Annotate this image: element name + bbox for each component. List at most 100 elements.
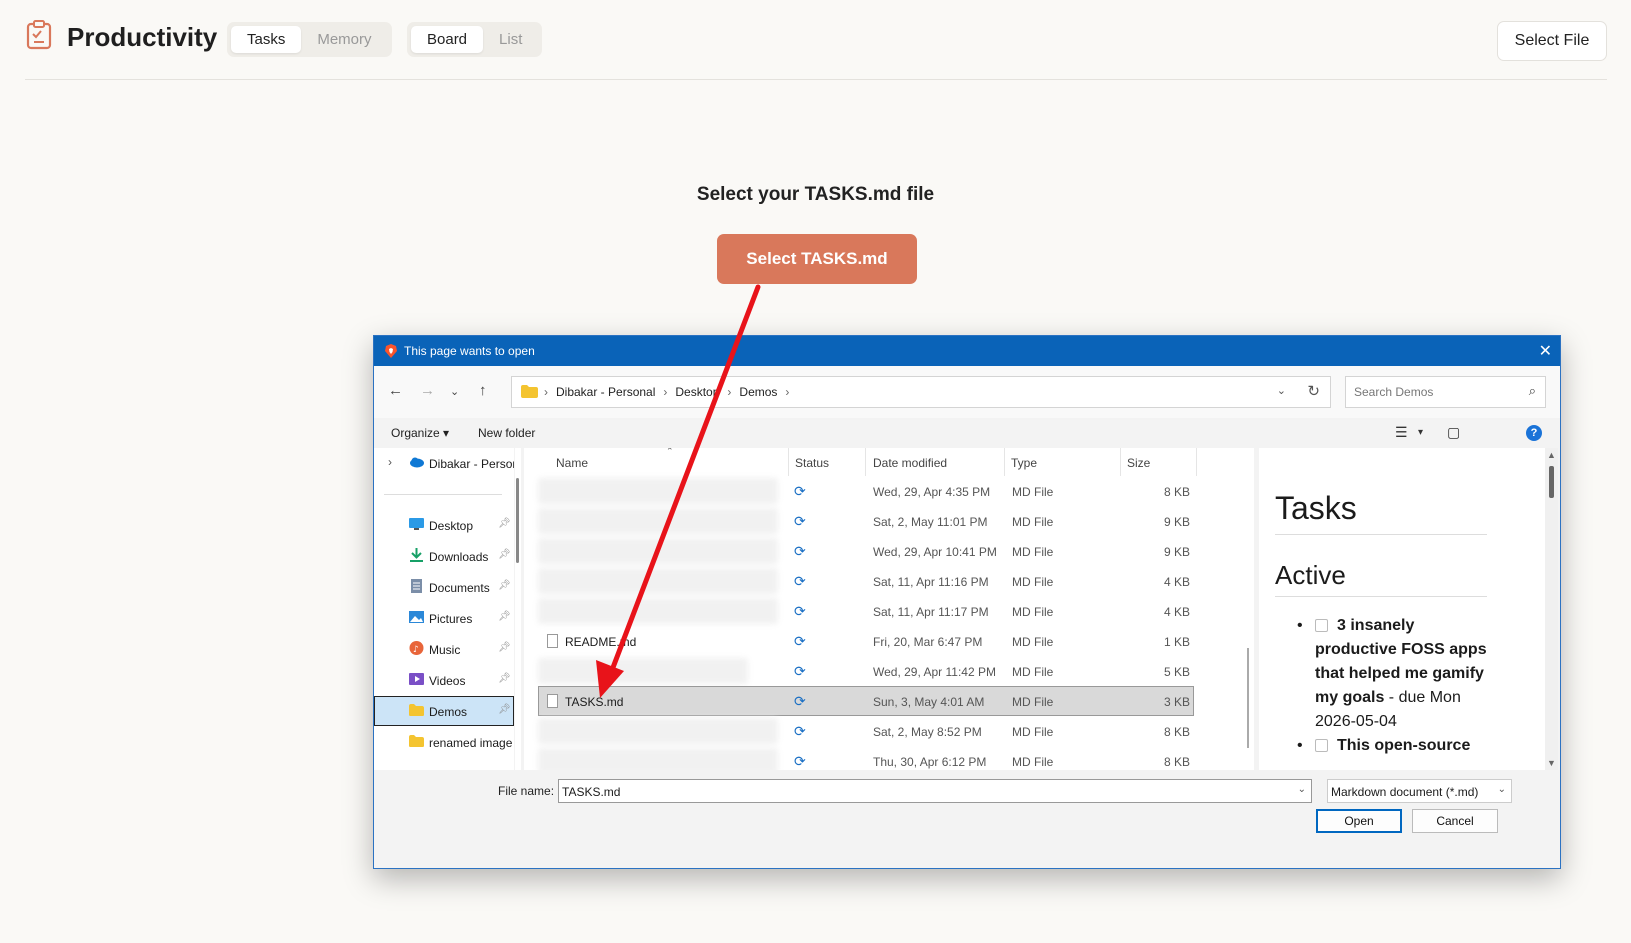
search-icon: ⌕ — [1528, 383, 1536, 398]
file-row-tasks[interactable]: TASKS.md ⟳ Sun, 3, May 4:01 AM MD File 3… — [538, 686, 1194, 716]
scroll-down-icon[interactable]: ▼ — [1547, 758, 1556, 768]
forward-arrow-icon[interactable]: → — [420, 382, 435, 399]
breadcrumb-item[interactable]: Dibakar - Personal — [556, 385, 655, 399]
breadcrumb: › Dibakar - Personal › Desktop › Demos › — [544, 385, 790, 399]
breadcrumb-item[interactable]: Demos — [739, 385, 777, 399]
videos-icon — [409, 673, 424, 685]
dialog-footer: File name: TASKS.md ⌄ Markdown document … — [374, 770, 1560, 868]
expand-chevron-icon[interactable]: › — [388, 455, 392, 469]
up-arrow-icon[interactable]: ↑ — [479, 382, 487, 399]
preview-scrollbar[interactable]: ▲ ▼ — [1545, 448, 1558, 770]
column-header-date[interactable]: Date modified — [873, 456, 947, 470]
select-file-button[interactable]: Select File — [1497, 21, 1607, 61]
organize-menu[interactable]: Organize ▾ — [391, 426, 449, 440]
dialog-toolbar: Organize ▾ New folder ☰ ▾ ▢ ? — [374, 418, 1560, 448]
view-options-dropdown-icon[interactable]: ▾ — [1418, 427, 1423, 438]
brave-browser-icon — [385, 344, 397, 358]
tab-memory[interactable]: Memory — [301, 26, 387, 53]
app-title: Productivity — [67, 22, 218, 52]
redacted-filename — [538, 658, 748, 684]
music-icon: ♪ — [409, 641, 424, 655]
sync-status-icon: ⟳ — [794, 633, 806, 649]
redacted-filename — [538, 598, 778, 624]
nav-item-pictures[interactable]: Pictures 📌︎ — [374, 603, 514, 633]
column-header-type[interactable]: Type — [1011, 456, 1037, 470]
nav-item-demos[interactable]: Demos 📌︎ — [374, 696, 514, 726]
file-name-input[interactable]: TASKS.md ⌄ — [558, 779, 1312, 803]
clipboard-check-icon — [26, 20, 52, 50]
tab-board[interactable]: Board — [411, 26, 484, 53]
chevron-down-icon[interactable]: ⌄ — [1498, 784, 1506, 795]
sync-status-icon: ⟳ — [794, 603, 806, 619]
recent-locations-chevron-icon[interactable]: ⌄ — [450, 385, 459, 398]
sync-status-icon: ⟳ — [794, 513, 806, 529]
nav-item-desktop[interactable]: Desktop 📌︎ — [374, 510, 514, 540]
navigation-scrollbar[interactable] — [515, 448, 521, 770]
nav-item-documents[interactable]: Documents 📌︎ — [374, 572, 514, 602]
dialog-titlebar: This page wants to open ✕ — [374, 336, 1560, 366]
scroll-thumb[interactable] — [516, 478, 519, 563]
navigation-pane: › Dibakar - Personal Desktop 📌︎ Download… — [374, 448, 514, 770]
file-row[interactable]: ⟳ Sat, 11, Apr 11:17 PM MD File 4 KB — [538, 596, 1194, 626]
nav-item-videos[interactable]: Videos 📌︎ — [374, 665, 514, 695]
documents-icon — [411, 579, 422, 593]
refresh-icon[interactable]: ↻ — [1307, 382, 1320, 400]
column-header-size[interactable]: Size — [1127, 456, 1150, 470]
preview-pane-icon[interactable]: ▢ — [1447, 424, 1460, 441]
nav-item-renamed-image[interactable]: renamed image — [374, 727, 514, 757]
nav-item-downloads[interactable]: Downloads 📌︎ — [374, 541, 514, 571]
preview-heading: Tasks — [1275, 490, 1357, 526]
sync-status-icon: ⟳ — [794, 483, 806, 499]
folder-icon — [409, 735, 424, 747]
file-row[interactable]: ⟳ Wed, 29, Apr 11:42 PM MD File 5 KB — [538, 656, 1194, 686]
close-icon[interactable]: ✕ — [1539, 341, 1552, 361]
scroll-thumb[interactable] — [1549, 466, 1554, 498]
pin-icon: 📌︎ — [498, 611, 511, 622]
help-icon[interactable]: ? — [1526, 425, 1542, 441]
chevron-down-icon[interactable]: ⌄ — [1298, 784, 1306, 795]
pin-icon: 📌︎ — [498, 673, 511, 684]
open-button[interactable]: Open — [1316, 809, 1402, 833]
file-row[interactable]: ⟳ Sat, 2, May 11:01 PM MD File 9 KB — [538, 506, 1194, 536]
file-row[interactable]: ⟳ Wed, 29, Apr 4:35 PM MD File 8 KB — [538, 476, 1194, 506]
dialog-navbar: ← → ⌄ ↑ › Dibakar - Personal › Desktop ›… — [374, 366, 1560, 418]
file-list-scrollbar[interactable] — [1242, 448, 1254, 770]
address-dropdown-icon[interactable]: ⌄ — [1277, 384, 1286, 397]
scroll-up-icon[interactable]: ▲ — [1547, 450, 1556, 460]
file-row[interactable]: ⟳ Sat, 11, Apr 11:16 PM MD File 4 KB — [538, 566, 1194, 596]
folder-icon — [521, 385, 538, 398]
preview-task-item: • This open-source — [1297, 737, 1471, 754]
file-type-select[interactable]: Markdown document (*.md) ⌄ — [1327, 779, 1512, 803]
preview-subheading: Active — [1275, 560, 1346, 590]
column-header-status[interactable]: Status — [795, 456, 829, 470]
file-list: Name ⌃ Status Date modified Type Size ⟳ … — [524, 448, 1242, 770]
file-row[interactable]: ⟳ Sat, 2, May 8:52 PM MD File 8 KB — [538, 716, 1194, 746]
section-tab-group: Tasks Memory — [227, 22, 392, 57]
sort-ascending-icon: ⌃ — [666, 448, 674, 456]
svg-text:♪: ♪ — [413, 645, 419, 655]
address-bar[interactable]: › Dibakar - Personal › Desktop › Demos ›… — [511, 376, 1331, 408]
back-arrow-icon[interactable]: ← — [388, 382, 403, 399]
file-open-dialog: This page wants to open ✕ ← → ⌄ ↑ › Diba… — [373, 335, 1561, 869]
tab-list[interactable]: List — [483, 26, 538, 53]
redacted-filename — [538, 748, 778, 770]
preview-task-item: • 3 insanely productive FOSS apps that h… — [1297, 617, 1487, 730]
select-tasks-button[interactable]: Select TASKS.md — [717, 234, 917, 284]
file-row[interactable]: ⟳ Wed, 29, Apr 10:41 PM MD File 9 KB — [538, 536, 1194, 566]
cancel-button[interactable]: Cancel — [1412, 809, 1498, 833]
view-options-icon[interactable]: ☰ — [1395, 424, 1408, 441]
file-row-readme[interactable]: README.md ⟳ Fri, 20, Mar 6:47 PM MD File… — [538, 626, 1194, 656]
breadcrumb-item[interactable]: Desktop — [675, 385, 719, 399]
file-row[interactable]: ⟳ Thu, 30, Apr 6:12 PM MD File 8 KB — [538, 746, 1194, 770]
download-icon — [410, 548, 423, 562]
column-header-name[interactable]: Name — [556, 456, 588, 470]
scroll-thumb[interactable] — [1247, 648, 1249, 748]
nav-item-onedrive[interactable]: › Dibakar - Personal — [374, 448, 514, 478]
new-folder-button[interactable]: New folder — [478, 426, 535, 440]
nav-item-music[interactable]: ♪ Music 📌︎ — [374, 634, 514, 664]
search-input[interactable]: Search Demos ⌕ — [1345, 376, 1546, 408]
search-placeholder: Search Demos — [1354, 385, 1434, 399]
dialog-title: This page wants to open — [404, 344, 535, 358]
tab-tasks[interactable]: Tasks — [231, 26, 302, 53]
sync-status-icon: ⟳ — [794, 543, 806, 559]
